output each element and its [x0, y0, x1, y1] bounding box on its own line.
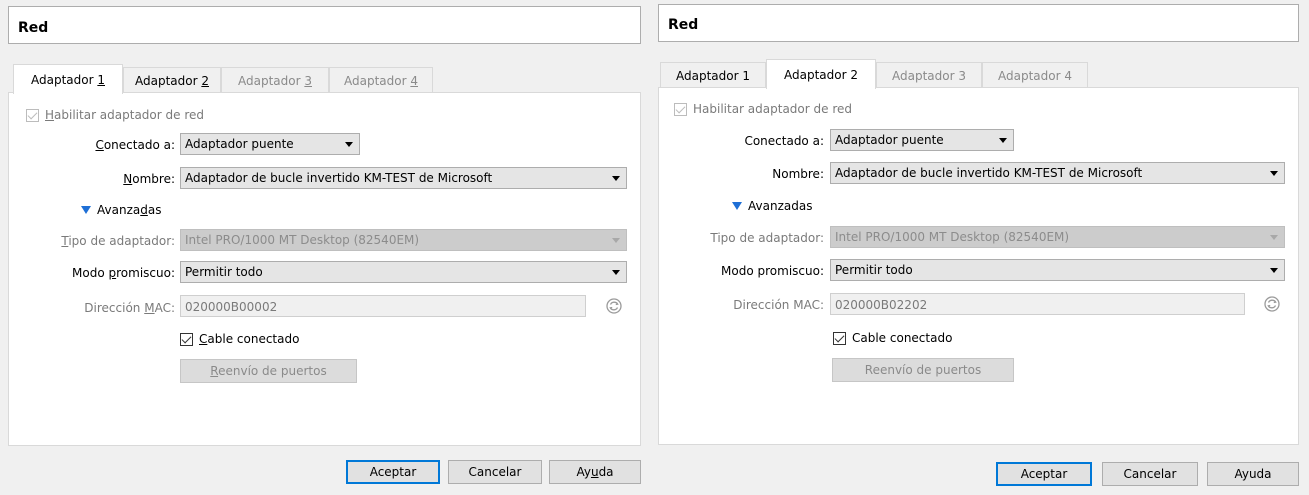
tab-adapter-1[interactable]: Adaptador 1 [13, 64, 123, 94]
chevron-down-icon [345, 142, 353, 147]
mac-label: Dirección MAC: [733, 298, 824, 312]
checkbox-box [180, 332, 193, 346]
tab-adapter-3[interactable]: Adaptador 3 [876, 62, 982, 88]
name-select[interactable]: Adaptador de bucle invertido KM-TEST de … [180, 167, 627, 189]
name-label: Nombre: [123, 172, 175, 186]
enable-adapter-label: Habilitar adaptador de red [45, 108, 205, 122]
cancel-button[interactable]: Cancelar [448, 460, 542, 484]
mac-label: Dirección MAC: [84, 301, 175, 315]
port-forwarding-button[interactable]: Reenvío de puertos [832, 358, 1014, 382]
dialog-title: Red [8, 6, 641, 44]
name-select[interactable]: Adaptador de bucle invertido KM-TEST de … [830, 162, 1285, 184]
chevron-down-icon [999, 138, 1007, 143]
tab-adapter-2[interactable]: Adaptador 2 [766, 59, 876, 89]
checkbox-box [26, 108, 39, 122]
help-button[interactable]: Ayuda [549, 460, 641, 484]
promiscuous-label: Modo promiscuo: [721, 264, 824, 278]
triangle-down-icon [732, 202, 742, 210]
cable-connected-label: Cable conectado [199, 332, 300, 346]
dialog-title: Red [658, 4, 1299, 42]
refresh-mac-icon[interactable] [1263, 295, 1281, 313]
chevron-down-icon [1270, 235, 1278, 240]
checkbox-box [833, 331, 846, 345]
tab-adapter-2[interactable]: Adaptador 2 [123, 67, 221, 93]
name-label: Nombre: [772, 167, 824, 181]
cable-connected-checkbox[interactable]: Cable conectado [180, 332, 299, 346]
cancel-button[interactable]: Cancelar [1102, 462, 1198, 486]
adapter-tabs: Adaptador 1 Adaptador 2 Adaptador 3 Adap… [660, 59, 1300, 89]
cable-connected-checkbox[interactable]: Cable conectado [833, 331, 952, 345]
tab-adapter-3[interactable]: Adaptador 3 [221, 67, 329, 93]
network-dialog-1: Red Adaptador 1 Adaptador 2 Adaptador 3 … [0, 0, 650, 495]
attached-to-label: Conectado a: [744, 134, 824, 148]
mac-input[interactable]: 020000B02202 [830, 293, 1245, 315]
adapter-type-select[interactable]: Intel PRO/1000 MT Desktop (82540EM) [830, 226, 1285, 248]
chevron-down-icon [612, 238, 620, 243]
advanced-label: Avanzadas [748, 199, 813, 213]
promiscuous-select[interactable]: Permitir todo [180, 261, 627, 283]
refresh-mac-icon[interactable] [605, 297, 623, 315]
chevron-down-icon [612, 270, 620, 275]
help-button[interactable]: Ayuda [1207, 462, 1299, 486]
chevron-down-icon [1270, 268, 1278, 273]
tab-adapter-4[interactable]: Adaptador 4 [982, 62, 1088, 88]
enable-adapter-label: Habilitar adaptador de red [693, 102, 852, 116]
chevron-down-icon [612, 176, 620, 181]
chevron-down-icon [1270, 171, 1278, 176]
adapter-type-select[interactable]: Intel PRO/1000 MT Desktop (82540EM) [180, 229, 627, 251]
network-dialog-2: Red Adaptador 1 Adaptador 2 Adaptador 3 … [650, 0, 1309, 495]
checkbox-box [674, 102, 687, 116]
attached-to-select[interactable]: Adaptador puente [830, 129, 1014, 151]
tab-adapter-4[interactable]: Adaptador 4 [329, 67, 433, 93]
cable-connected-label: Cable conectado [852, 331, 953, 345]
adapter-tabs: Adaptador 1 Adaptador 2 Adaptador 3 Adap… [8, 64, 648, 94]
advanced-label: Avanzadas [97, 203, 162, 217]
advanced-toggle[interactable]: Avanzadas [81, 203, 161, 217]
enable-adapter-checkbox[interactable]: Habilitar adaptador de red [674, 102, 852, 116]
adapter-panel: Habilitar adaptador de red Conectado a: … [8, 92, 641, 446]
ok-button[interactable]: Aceptar [346, 460, 440, 484]
advanced-toggle[interactable]: Avanzadas [732, 199, 812, 213]
mac-input[interactable]: 020000B00002 [180, 295, 586, 317]
promiscuous-select[interactable]: Permitir todo [830, 259, 1285, 281]
triangle-down-icon [81, 206, 91, 214]
adapter-type-label: Tipo de adaptador: [710, 231, 824, 245]
promiscuous-label: Modo promiscuo: [72, 266, 175, 280]
port-forwarding-button[interactable]: Reenvío de puertos [180, 359, 357, 383]
adapter-panel: Habilitar adaptador de red Conectado a: … [658, 87, 1299, 445]
tab-adapter-1[interactable]: Adaptador 1 [660, 62, 766, 88]
enable-adapter-checkbox[interactable]: Habilitar adaptador de red [26, 108, 204, 122]
attached-to-label: Conectado a: [95, 138, 175, 152]
ok-button[interactable]: Aceptar [996, 462, 1092, 486]
attached-to-select[interactable]: Adaptador puente [180, 133, 360, 155]
adapter-type-label: Tipo de adaptador: [61, 234, 175, 248]
